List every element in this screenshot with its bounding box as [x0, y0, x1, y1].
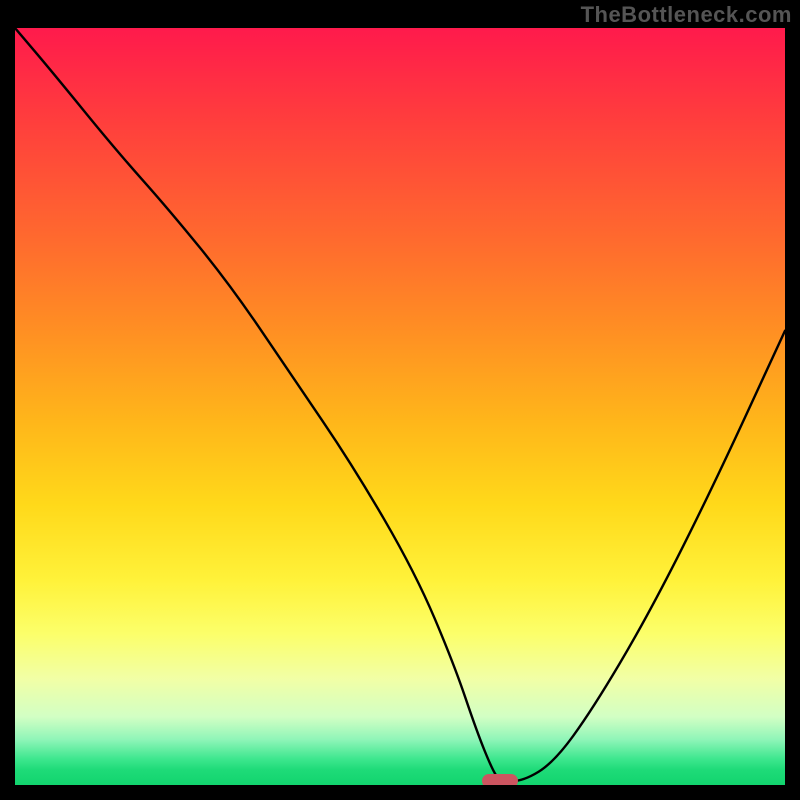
watermark-text: TheBottleneck.com [581, 2, 792, 28]
optimal-marker [482, 774, 518, 785]
chart-frame: TheBottleneck.com [0, 0, 800, 800]
plot-area [15, 28, 785, 785]
bottleneck-curve [15, 28, 785, 785]
